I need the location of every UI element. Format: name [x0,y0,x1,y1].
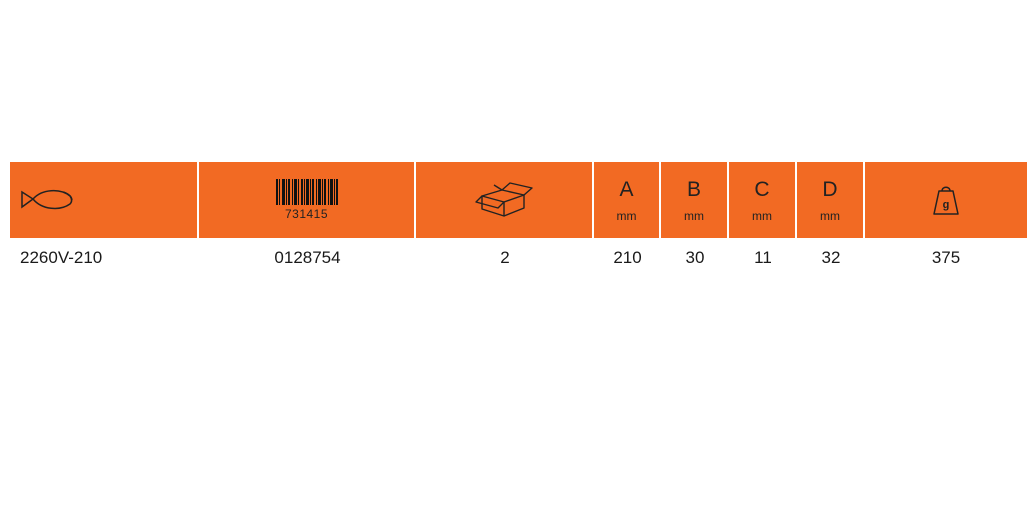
dimension-a-header: A mm [594,162,661,238]
dimension-b-header: B mm [661,162,729,238]
dimension-b-unit: mm [684,209,704,223]
weight-header-cell: g [865,162,1027,238]
dimension-a-unit: mm [616,209,637,223]
dimension-b-letter: B [686,178,701,201]
weight-icon: g [933,186,959,215]
pack-quantity: 2 [500,248,510,267]
barcode-number: 731415 [284,207,329,221]
dimension-d-value: 32 [821,248,841,267]
barcode-icon [275,179,338,205]
dimension-a-value: 210 [613,248,642,267]
dimension-d-letter: D [822,178,838,201]
dimension-c-header: C mm [729,162,797,238]
dimension-c-unit: mm [752,209,772,223]
weight-value: 375 [931,248,961,267]
weight-icon-label: g [943,199,950,211]
dimension-c-letter: C [754,178,770,201]
table-header: 731415 A mm B mm C mm D mm g [10,162,1027,238]
table-row: 2260V-210 0128754 2 210 30 11 32 375 [10,238,1027,278]
barcode-header-cell: 731415 [199,162,416,238]
product-header-cell [10,162,199,238]
fish-icon [21,190,73,210]
dimension-d-header: D mm [797,162,865,238]
dimension-d-unit: mm [820,209,840,223]
dimension-b-value: 30 [685,248,705,267]
dimension-a-letter: A [619,178,634,201]
article-number: 2260V-210 [20,248,103,267]
spec-table: 731415 A mm B mm C mm D mm g 2260V-210 0… [10,162,1027,278]
dimension-c-value: 11 [754,248,772,267]
package-header-cell [416,162,594,238]
box-icon [475,182,533,217]
ean-code: 0128754 [274,248,341,267]
